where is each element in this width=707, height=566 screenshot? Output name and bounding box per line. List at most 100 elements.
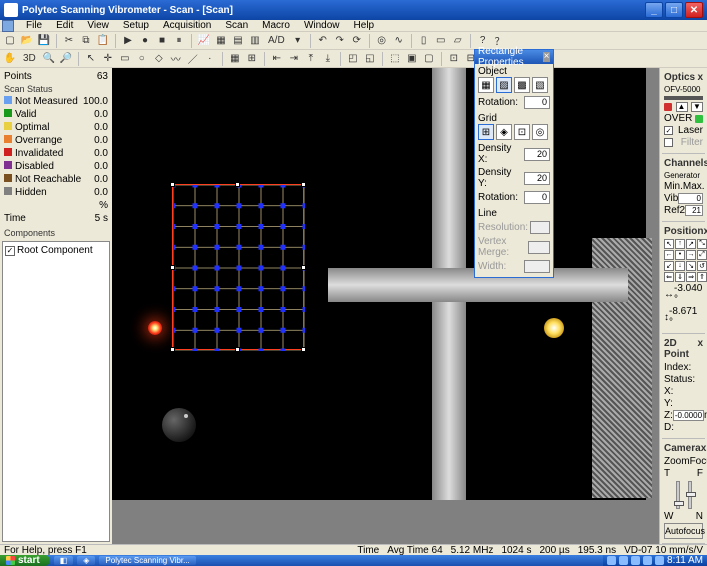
opt1-icon[interactable]: ⊡: [446, 51, 462, 67]
handle-tm[interactable]: [235, 182, 240, 187]
tray-icon-2[interactable]: [619, 556, 628, 565]
arrow-ne[interactable]: ↗: [686, 239, 696, 249]
arrow-l2[interactable]: ⇐: [664, 272, 674, 282]
grid-type-2[interactable]: ◈: [496, 124, 512, 140]
tray-icon-5[interactable]: [655, 556, 664, 565]
arrow-s[interactable]: ↓: [675, 261, 685, 271]
arrow-w[interactable]: ←: [664, 250, 674, 260]
scope-icon[interactable]: 📈: [196, 33, 212, 49]
window2-icon[interactable]: ▭: [433, 33, 449, 49]
undo-icon[interactable]: ↶: [315, 33, 331, 49]
arrow-in[interactable]: ⤢: [697, 250, 707, 260]
window3-icon[interactable]: ▱: [450, 33, 466, 49]
grid-type-1[interactable]: ⊞: [478, 124, 494, 140]
obj-grid-3[interactable]: ▩: [514, 77, 530, 93]
menu-help[interactable]: Help: [348, 18, 381, 33]
viewport[interactable]: [112, 68, 659, 544]
arrow-sw[interactable]: ↙: [664, 261, 674, 271]
obj-grid-1[interactable]: ▦: [478, 77, 494, 93]
menu-setup[interactable]: Setup: [117, 18, 155, 33]
focus-slider[interactable]: [688, 481, 692, 509]
layer1-icon[interactable]: ◰: [345, 51, 361, 67]
align4-icon[interactable]: ⤓: [320, 51, 336, 67]
panel-close-icon-3[interactable]: x: [703, 226, 707, 237]
arrow-u2[interactable]: ⇑: [697, 272, 707, 282]
arrow-home[interactable]: ↺: [697, 261, 707, 271]
vib-value[interactable]: 0: [678, 193, 703, 204]
panel-close-icon-5[interactable]: x: [701, 443, 707, 454]
menu-acquisition[interactable]: Acquisition: [157, 18, 217, 33]
sel1-icon[interactable]: ⬚: [387, 51, 403, 67]
panel-close-icon[interactable]: x: [697, 72, 703, 83]
rotation-input[interactable]: 0: [524, 96, 550, 109]
ad-label[interactable]: A/D: [264, 35, 289, 46]
child-window-icon[interactable]: [2, 20, 14, 32]
freeform-icon[interactable]: 〰: [168, 51, 184, 67]
minimize-button[interactable]: _: [645, 2, 663, 18]
threed-label[interactable]: 3D: [19, 53, 40, 64]
density-y-input[interactable]: 20: [524, 172, 550, 185]
redo-icon[interactable]: ↷: [332, 33, 348, 49]
taskbar-app1[interactable]: ◧: [54, 556, 74, 565]
rect-icon[interactable]: ▭: [117, 51, 133, 67]
ellipse-icon[interactable]: ○: [134, 51, 150, 67]
play-icon[interactable]: ▶: [120, 33, 136, 49]
polygon-icon[interactable]: ◇: [151, 51, 167, 67]
save-icon[interactable]: 💾: [36, 33, 52, 49]
up-icon[interactable]: ▲: [676, 102, 688, 112]
z-value[interactable]: -0.0000: [673, 410, 704, 421]
laser-checkbox[interactable]: ✓: [664, 126, 673, 135]
record-icon[interactable]: ●: [137, 33, 153, 49]
handle-tr[interactable]: [301, 182, 306, 187]
arrow-e[interactable]: →: [686, 250, 696, 260]
arrow-d2[interactable]: ⇓: [675, 272, 685, 282]
autofocus-button[interactable]: Autofocus: [664, 523, 703, 539]
pointer-icon[interactable]: ↖: [83, 51, 99, 67]
align3-icon[interactable]: ⤒: [303, 51, 319, 67]
align1-icon[interactable]: ⇤: [269, 51, 285, 67]
handle-bm[interactable]: [235, 347, 240, 352]
handle-br[interactable]: [301, 347, 306, 352]
point-icon[interactable]: ·: [202, 51, 218, 67]
close-button[interactable]: ✕: [685, 2, 703, 18]
grid-type-4[interactable]: ◎: [532, 124, 548, 140]
obj-grid-2[interactable]: ▨: [496, 77, 512, 93]
arrow-nw[interactable]: ↖: [664, 239, 674, 249]
filter-checkbox[interactable]: [664, 138, 673, 147]
grid-rotation-input[interactable]: 0: [524, 191, 550, 204]
layer2-icon[interactable]: ◱: [362, 51, 378, 67]
menu-view[interactable]: View: [81, 18, 115, 33]
new-icon[interactable]: ▢: [2, 33, 18, 49]
tray-icon-1[interactable]: [607, 556, 616, 565]
grid2-icon[interactable]: ▤: [230, 33, 246, 49]
copy-icon[interactable]: ⧉: [78, 33, 94, 49]
grid3-icon[interactable]: ▥: [247, 33, 263, 49]
cut-icon[interactable]: ✂: [61, 33, 77, 49]
hand-icon[interactable]: ✋: [2, 51, 18, 67]
ref2-value[interactable]: 21: [685, 205, 703, 216]
paste-icon[interactable]: 📋: [95, 33, 111, 49]
menu-window[interactable]: Window: [298, 18, 346, 33]
clock[interactable]: 8:11 AM: [667, 555, 703, 566]
taskbar-app-polytec[interactable]: Polytec Scanning Vibr...: [99, 556, 195, 565]
arrow-out[interactable]: ⤡: [697, 239, 707, 249]
target-icon[interactable]: ◎: [374, 33, 390, 49]
menu-file[interactable]: File: [20, 18, 48, 33]
start-button[interactable]: start: [0, 555, 50, 566]
menu-edit[interactable]: Edit: [50, 18, 79, 33]
line-icon[interactable]: ／: [185, 51, 201, 67]
grid1-icon[interactable]: ▦: [213, 33, 229, 49]
cross-icon[interactable]: ✛: [100, 51, 116, 67]
zoom-in-icon[interactable]: 🔍: [41, 51, 57, 67]
arrow-center[interactable]: •: [675, 250, 685, 260]
maximize-button[interactable]: □: [665, 2, 683, 18]
grid-on-icon[interactable]: ▦: [227, 51, 243, 67]
menu-scan[interactable]: Scan: [219, 18, 254, 33]
dropdown-icon[interactable]: ▾: [290, 33, 306, 49]
components-tree[interactable]: ✓ Root Component: [2, 241, 110, 542]
gridtool-icon[interactable]: ⊞: [244, 51, 260, 67]
obj-grid-4[interactable]: ▧: [532, 77, 548, 93]
system-tray[interactable]: 8:11 AM: [603, 555, 707, 566]
handle-tl[interactable]: [170, 182, 175, 187]
root-checkbox[interactable]: ✓: [5, 246, 15, 256]
